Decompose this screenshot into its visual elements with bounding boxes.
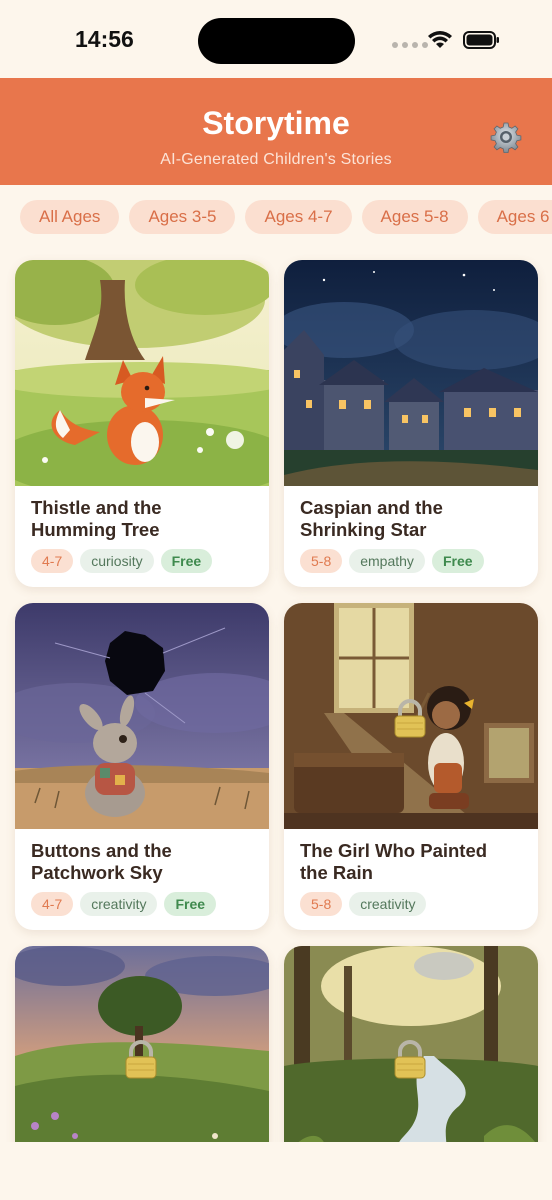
status-time: 14:56 (75, 26, 134, 52)
lock-icon (394, 1040, 426, 1079)
age-tag: 5-8 (300, 892, 343, 916)
story-tags: 5-8 creativity (300, 892, 427, 916)
story-illustration-bunny (15, 603, 269, 829)
story-title-line: Shrinking Star (300, 519, 427, 540)
lock-icon (125, 1040, 157, 1079)
theme-tag: creativity (80, 892, 158, 916)
age-filter-bar: All Ages Ages 3-5 Ages 4-7 Ages 5-8 Ages 6 (20, 200, 552, 236)
story-title: Buttons and the Patchwork Sky (31, 840, 256, 884)
story-illustration-fox (15, 260, 269, 486)
bottom-safe-area (0, 1142, 552, 1200)
story-tags: 4-7 curiosity Free (31, 549, 213, 573)
story-title-line: Buttons and the (31, 840, 172, 861)
gear-icon[interactable] (490, 121, 522, 153)
theme-tag: curiosity (80, 549, 154, 573)
filter-all-ages[interactable]: All Ages (20, 200, 120, 234)
cellular-signal-icon (392, 42, 428, 48)
free-badge: Free (160, 549, 213, 573)
story-title: Caspian and the Shrinking Star (300, 497, 525, 541)
age-tag: 4-7 (31, 892, 74, 916)
free-badge: Free (164, 892, 217, 916)
filter-ages-3-5[interactable]: Ages 3-5 (129, 200, 236, 234)
filter-ages-5-8[interactable]: Ages 5-8 (361, 200, 468, 234)
story-title-line: the Rain (300, 862, 373, 883)
story-tags: 5-8 empathy Free (300, 549, 484, 573)
theme-tag: empathy (349, 549, 425, 573)
story-title-line: Thistle and the (31, 497, 162, 518)
story-illustration-night-village (284, 260, 538, 486)
story-card[interactable]: Caspian and the Shrinking Star 5-8 empat… (284, 260, 538, 587)
story-title-line: The Girl Who Painted (300, 840, 488, 861)
story-title: The Girl Who Painted the Rain (300, 840, 525, 884)
filter-ages-6[interactable]: Ages 6 (477, 200, 552, 234)
story-tags: 4-7 creativity Free (31, 892, 217, 916)
wifi-icon (428, 31, 452, 48)
status-bar: 14:56 (0, 0, 552, 78)
battery-icon (463, 31, 499, 49)
app-subtitle: AI-Generated Children's Stories (160, 151, 392, 168)
story-card[interactable]: Thistle and the Humming Tree 4-7 curiosi… (15, 260, 269, 587)
age-tag: 4-7 (31, 549, 74, 573)
lock-icon (394, 699, 426, 738)
story-card[interactable]: Buttons and the Patchwork Sky 4-7 creati… (15, 603, 269, 930)
free-badge: Free (431, 549, 484, 573)
story-title-line: Caspian and the (300, 497, 443, 518)
story-title-line: Patchwork Sky (31, 862, 163, 883)
theme-tag: creativity (349, 892, 427, 916)
filter-ages-4-7[interactable]: Ages 4-7 (245, 200, 352, 234)
app-header: Storytime AI-Generated Children's Storie… (0, 78, 552, 185)
dynamic-island (198, 18, 355, 64)
age-tag: 5-8 (300, 549, 343, 573)
app-title: Storytime (202, 105, 350, 141)
story-title-line: Humming Tree (31, 519, 160, 540)
story-title: Thistle and the Humming Tree (31, 497, 256, 541)
story-card[interactable]: The Girl Who Painted the Rain 5-8 creati… (284, 603, 538, 930)
